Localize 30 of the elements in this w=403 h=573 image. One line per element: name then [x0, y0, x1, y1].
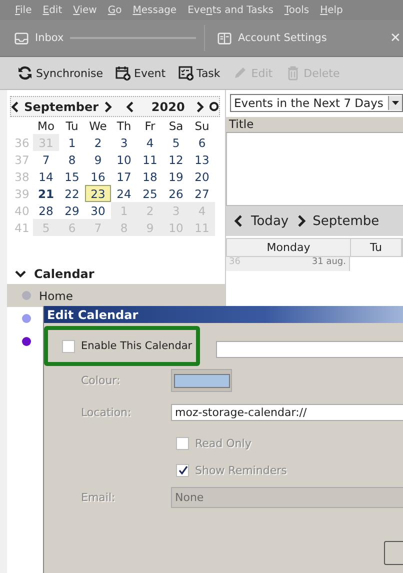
tab-label: Inbox: [35, 32, 64, 44]
field-label: Colour:: [81, 374, 122, 387]
date-range-label: Septembe: [312, 214, 380, 228]
day-header: Tu: [351, 239, 402, 256]
checkbox-label: Enable This Calendar: [81, 340, 192, 352]
checkbox-label: Read Only: [195, 436, 252, 450]
weekday-label: We: [88, 118, 108, 134]
year-label: 2020: [151, 100, 185, 114]
weekday-label: Mo: [36, 118, 56, 134]
weekday-label: Sa: [168, 118, 184, 134]
week-number: 37: [14, 152, 30, 168]
week-number: 36: [14, 134, 30, 151]
section-heading: Calendar: [34, 267, 94, 281]
dialog-title: Edit Calendar: [44, 306, 403, 323]
weekday-label: Fr: [144, 118, 156, 134]
calendar-name: Home: [39, 288, 73, 302]
day-header: Monday: [227, 239, 351, 256]
week-number: 41: [14, 220, 30, 236]
date-label: 31 aug.: [312, 257, 346, 269]
weekday-label: Su: [194, 118, 210, 134]
month-label: September: [24, 100, 99, 114]
week-number: 40: [14, 202, 30, 219]
weekday-label: Tu: [64, 118, 80, 134]
week-number: 39: [14, 186, 30, 202]
tab-label: Account Settings: [238, 32, 327, 44]
weekday-label: Th: [116, 118, 132, 134]
checkbox-label: Show Reminders: [195, 464, 287, 476]
field-label: Email:: [81, 490, 116, 504]
week-number: 38: [14, 168, 30, 185]
field-label: Location:: [81, 406, 132, 418]
